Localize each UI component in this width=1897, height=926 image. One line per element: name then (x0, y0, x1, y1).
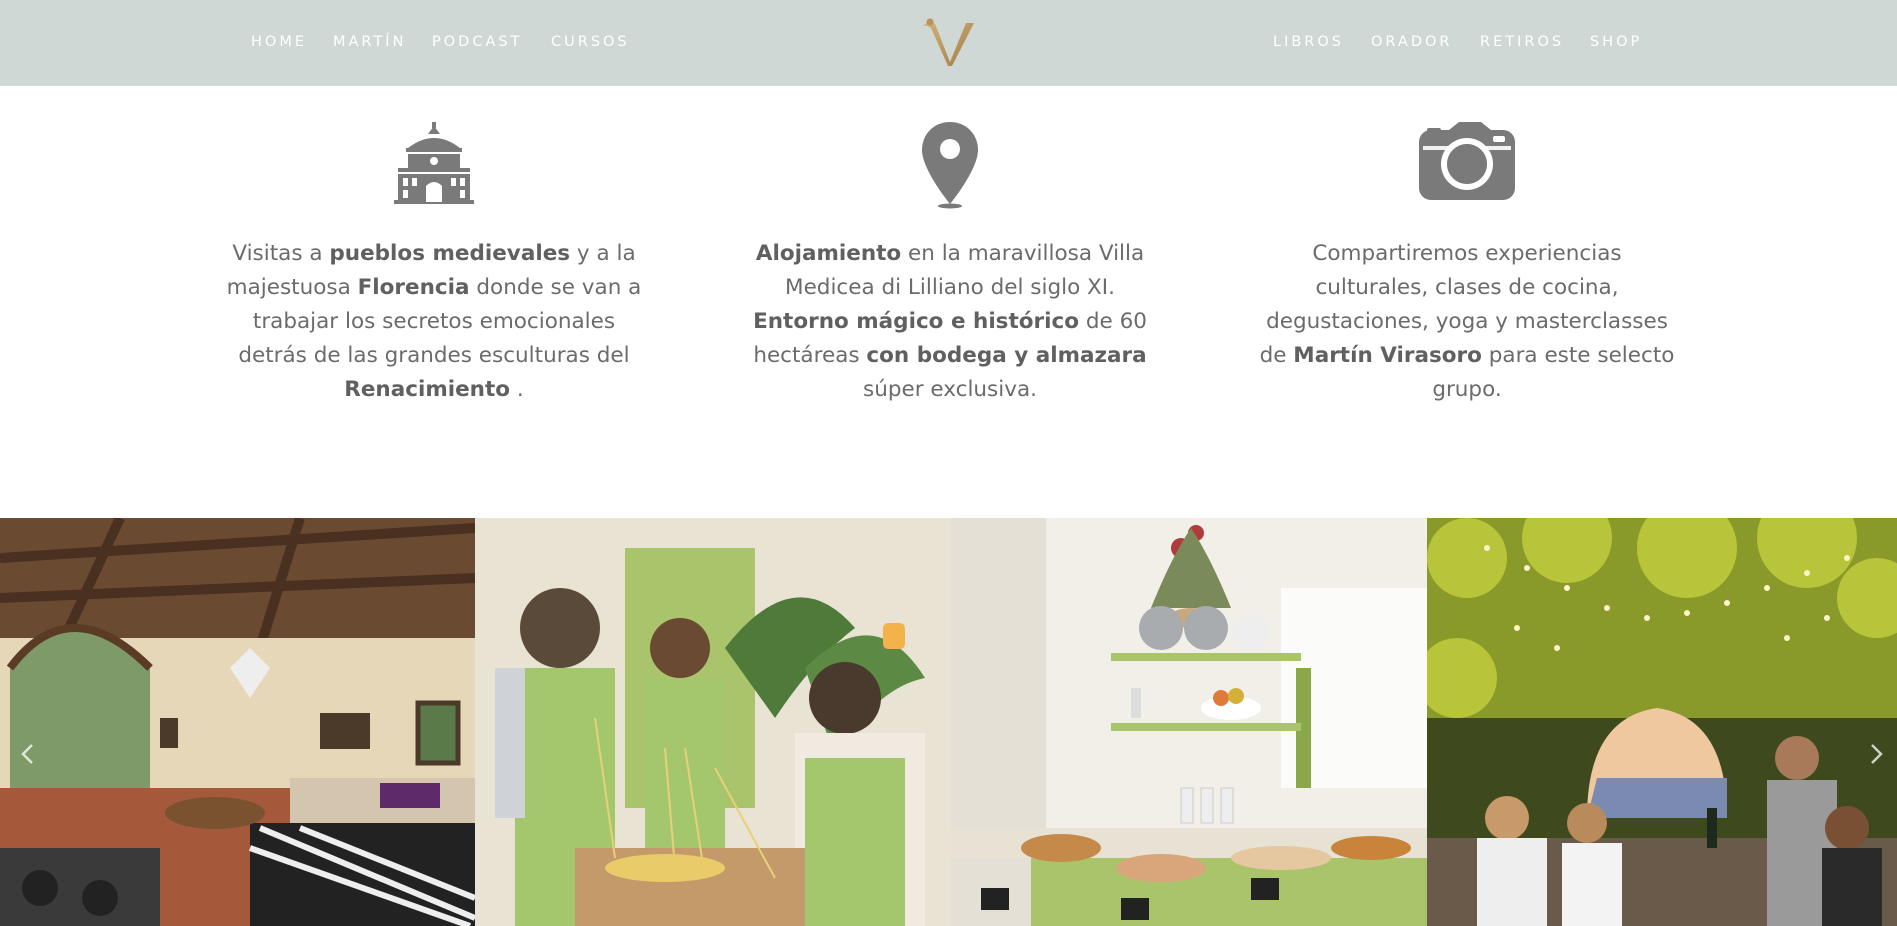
nav-cursos[interactable]: CURSOS (551, 33, 630, 51)
cathedral-icon (394, 122, 474, 204)
breakfast-buffet-photo (951, 518, 1427, 926)
gallery-image-cooking-class[interactable] (475, 518, 951, 926)
nav-orador[interactable]: ORADOR (1371, 33, 1452, 51)
site-logo[interactable] (921, 16, 979, 68)
nav-podcast[interactable]: PODCAST (432, 33, 522, 51)
villa-living-room-photo (0, 518, 475, 926)
gallery-image-breakfast[interactable] (951, 518, 1427, 926)
gallery-image-pergola-dinner[interactable] (1427, 518, 1897, 926)
feature-text-medieval: Visitas a pueblos medievales y a la maje… (226, 241, 642, 402)
nav-shop[interactable]: SHOP (1590, 33, 1642, 51)
map-pin-icon (922, 122, 978, 209)
gallery-prev-button[interactable] (16, 742, 40, 766)
top-navigation: HOME MARTÍN PODCAST CURSOS LIBROS ORADOR… (0, 0, 1897, 86)
feature-medieval-towns: Visitas a pueblos medievales y a la maje… (224, 120, 644, 402)
pergola-dinner-photo (1427, 518, 1897, 926)
feature-text-accommodation: Alojamiento en la maravillosa Villa Medi… (753, 241, 1147, 402)
nav-retiros[interactable]: RETIROS (1480, 33, 1564, 51)
chevron-left-icon (21, 744, 33, 764)
nav-home[interactable]: HOME (251, 33, 307, 51)
feature-accommodation: Alojamiento en la maravillosa Villa Medi… (740, 120, 1160, 402)
logo-v-icon (923, 18, 974, 66)
nav-libros[interactable]: LIBROS (1273, 33, 1344, 51)
photo-gallery[interactable] (0, 518, 1897, 926)
camera-icon (1419, 122, 1515, 200)
nav-martin[interactable]: MARTÍN (333, 33, 406, 51)
chevron-right-icon (1871, 744, 1883, 764)
gallery-image-living-room[interactable] (0, 518, 475, 926)
pasta-cooking-class-photo (475, 518, 951, 926)
feature-text-experiences: Compartiremos experiencias culturales, c… (1259, 241, 1675, 402)
gallery-next-button[interactable] (1864, 742, 1888, 766)
feature-experiences: Compartiremos experiencias culturales, c… (1257, 120, 1677, 402)
